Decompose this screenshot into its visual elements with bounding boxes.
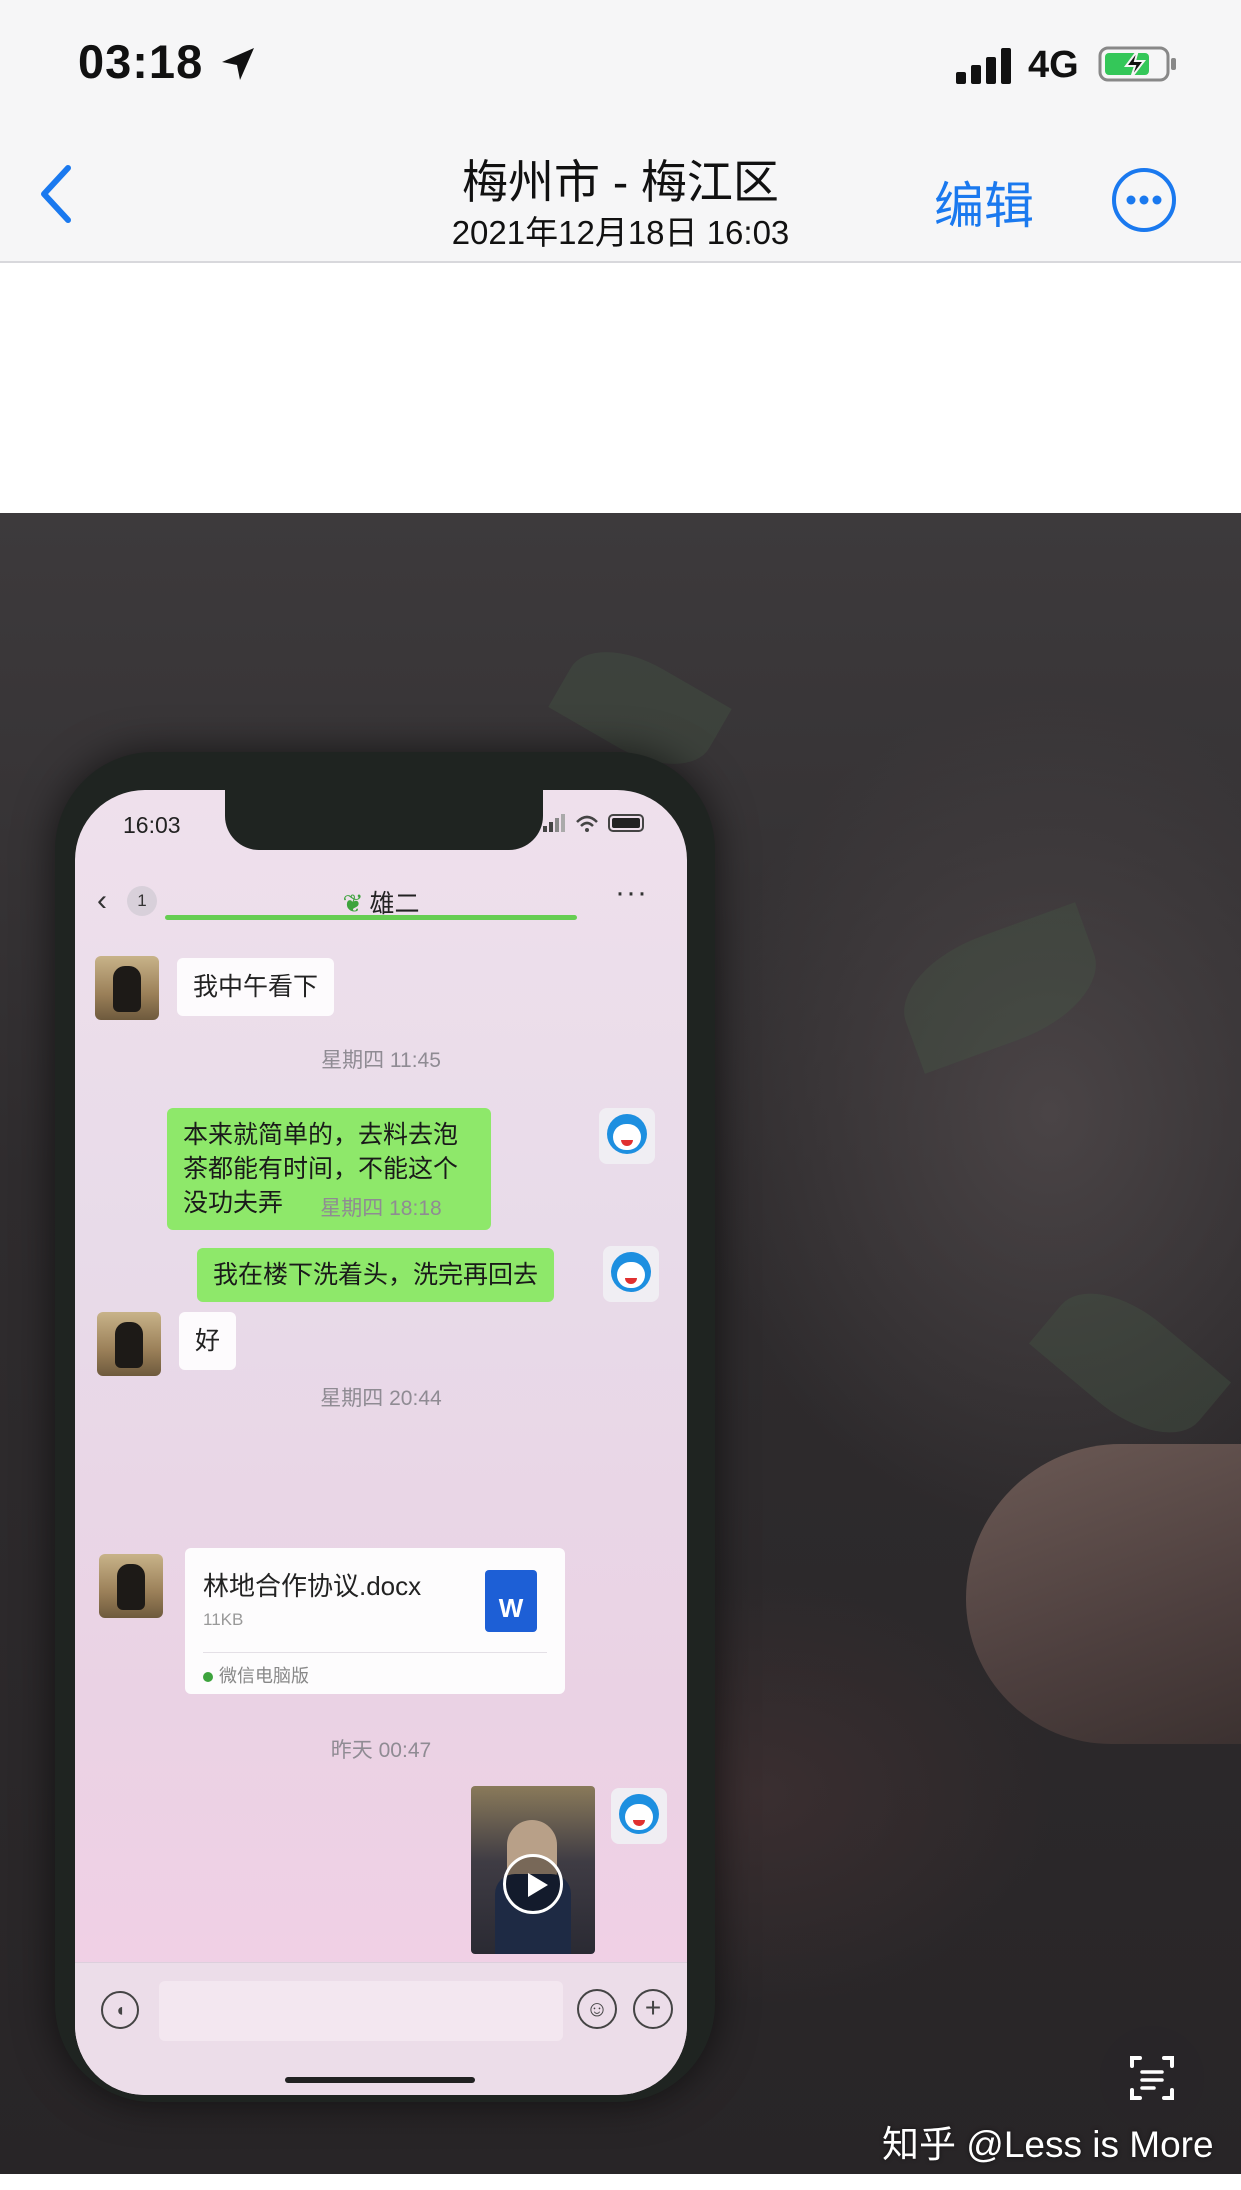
message-bubble-in: 我中午看下 (177, 958, 335, 1016)
message-timestamp: 星期四 11:45 (321, 1049, 441, 1072)
location-arrow-icon (222, 48, 254, 80)
word-file-icon: W (485, 1570, 537, 1632)
message-bubble-out: 我在楼下洗着头，洗完再回去 (197, 1248, 555, 1302)
emoji-icon[interactable]: ☺ (577, 1989, 617, 2029)
my-avatar[interactable] (611, 1788, 667, 1844)
edit-button[interactable]: 编辑 (934, 166, 1034, 238)
status-time: 03:18 (78, 35, 204, 88)
file-message[interactable]: 林地合作协议.docx 11KB W 微信电脑版 (185, 1548, 565, 1694)
file-name: 林地合作协议.docx (203, 1571, 422, 1601)
voice-input-icon[interactable]: ◖ (101, 1991, 139, 2029)
battery-charging-icon (1098, 46, 1176, 82)
file-size: 11KB (203, 1610, 244, 1629)
leaf-icon: ❦ (342, 890, 364, 918)
phone-status-icons (543, 812, 653, 839)
background-pattern (887, 902, 1113, 1074)
message-timestamp: 星期四 18:18 (320, 1197, 442, 1220)
network-type: 4G (1028, 44, 1079, 86)
contact-avatar[interactable] (97, 1312, 161, 1376)
contact-avatar[interactable] (95, 956, 159, 1020)
file-source: 微信电脑版 (203, 1662, 309, 1688)
my-avatar[interactable] (603, 1246, 659, 1302)
chat-more-icon[interactable]: ··· (615, 876, 648, 910)
finger (966, 1444, 1241, 1744)
chat-progress-line (165, 915, 577, 920)
wechat-dot-icon (203, 1672, 213, 1682)
phone-screen: 16:03 ‹ 1 ❦ 雄二 ··· 我中午看下 星期四 11:45 本来就简单的… (75, 790, 687, 2095)
chat-input-bar: ◖ ☺ + (75, 1962, 687, 2095)
contact-avatar[interactable] (99, 1554, 163, 1618)
message-timestamp: 昨天 00:47 (330, 1739, 432, 1762)
video-message[interactable] (471, 1786, 595, 1954)
zhihu-watermark: 知乎 @Less is More (882, 2124, 1214, 2165)
contact-name: 雄二 (369, 890, 420, 918)
message-input[interactable] (159, 1981, 563, 2041)
phone-notch (225, 790, 543, 850)
cellular-signal-icon (956, 48, 1011, 84)
play-icon[interactable] (503, 1854, 563, 1914)
background-pattern (1028, 1266, 1232, 1460)
plus-icon[interactable]: + (633, 1989, 673, 2029)
file-source-label: 微信电脑版 (219, 1666, 309, 1686)
my-avatar[interactable] (599, 1108, 655, 1164)
message-timestamp: 星期四 20:44 (320, 1387, 442, 1410)
page-title: 梅州市 - 梅江区 (462, 156, 779, 208)
photos-header: 03:18 4G 梅州市 - 梅江区 2021年12月18日 16:03 编辑 (0, 0, 1241, 263)
phone-signal-wifi-battery-icon (543, 814, 644, 832)
more-options-icon[interactable] (1110, 166, 1178, 234)
home-indicator (285, 2077, 475, 2083)
bottom-strip (0, 2174, 1241, 2190)
phone-status-time: 16:03 (123, 812, 181, 838)
file-divider (203, 1652, 547, 1653)
message-bubble-in: 好 (179, 1312, 237, 1370)
page-subtitle: 2021年12月18日 16:03 (451, 214, 790, 251)
